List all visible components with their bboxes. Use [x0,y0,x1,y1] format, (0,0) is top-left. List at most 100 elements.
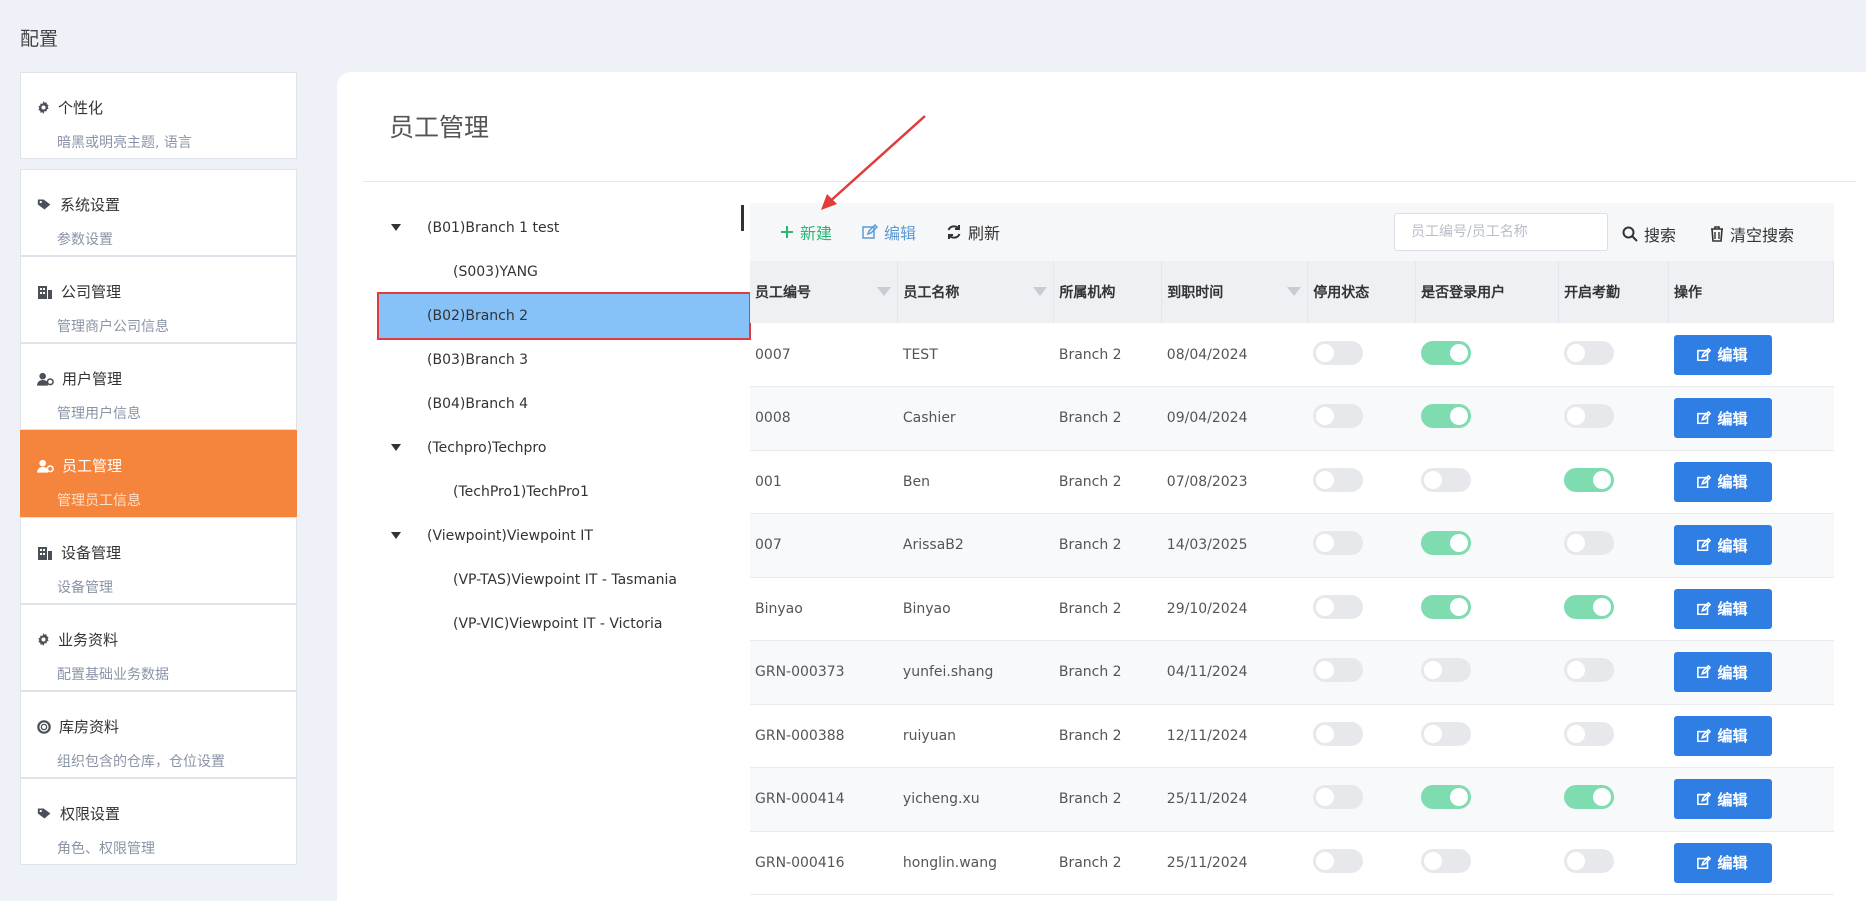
login-toggle[interactable] [1420,594,1471,619]
attendance-toggle[interactable] [1563,721,1614,746]
tree-node[interactable]: (Techpro)Techpro [385,426,745,470]
row-edit-button[interactable]: 编辑 [1673,334,1772,375]
user-gear-icon [37,459,62,473]
tree-node-label: (B01)Branch 1 test [427,220,560,236]
edit-button[interactable]: 编辑 [862,220,916,244]
sidebar-item[interactable]: 库房资料 组织包含的仓库，仓位设置 [20,691,297,778]
refresh-button[interactable]: 刷新 [946,220,1000,244]
disabled-toggle[interactable] [1312,721,1363,746]
row-edit-button[interactable]: 编辑 [1673,461,1772,502]
table-row[interactable]: GRN-000414 yicheng.xu Branch 2 25/11/2024 编辑 [750,767,1834,832]
attendance-toggle[interactable] [1563,785,1614,810]
row-edit-button[interactable]: 编辑 [1673,842,1772,883]
row-edit-button[interactable]: 编辑 [1673,652,1772,693]
attendance-toggle[interactable] [1563,340,1614,365]
row-edit-button[interactable]: 编辑 [1673,715,1772,756]
table-row[interactable]: 0007 TEST Branch 2 08/04/2024 编辑 [750,323,1834,387]
sidebar-item-label: 权限设置 [60,805,121,823]
attendance-toggle[interactable] [1563,404,1614,429]
disabled-toggle[interactable] [1312,340,1363,365]
login-toggle[interactable] [1420,658,1471,683]
disabled-toggle[interactable] [1312,531,1363,556]
tree-node[interactable]: (B01)Branch 1 test [385,206,745,250]
login-toggle[interactable] [1420,531,1471,556]
tree-node-label: (VP-TAS)Viewpoint IT - Tasmania [453,572,678,588]
sidebar-item[interactable]: 员工管理 管理员工信息 [20,430,297,517]
clear-search-button[interactable]: 清空搜索 [1710,222,1794,246]
sidebar-item[interactable]: 公司管理 管理商户公司信息 [20,256,297,343]
column-header[interactable]: 开启考勤 [1558,261,1669,323]
disabled-toggle[interactable] [1312,785,1363,810]
sidebar-item[interactable]: 用户管理 管理用户信息 [20,343,297,430]
column-header[interactable]: 所属机构 [1053,261,1163,323]
row-edit-label: 编辑 [1717,409,1748,428]
tree-node[interactable]: (B02)Branch 2 [377,292,751,340]
column-header-label: 操作 [1674,285,1702,301]
sidebar-item[interactable]: 个性化 暗黑或明亮主题, 语言 [20,72,297,159]
table-row[interactable]: 0008 Cashier Branch 2 09/04/2024 编辑 [750,386,1834,451]
table-row[interactable]: GRN-000373 yunfei.shang Branch 2 04/11/2024… [750,640,1834,705]
cell-name: Cashier [897,386,1054,451]
attendance-toggle[interactable] [1563,594,1614,619]
row-edit-button[interactable]: 编辑 [1673,398,1772,439]
column-header[interactable]: 操作 [1668,261,1834,323]
sidebar-item[interactable]: 设备管理 设备管理 [20,517,297,604]
sidebar-item-title: 用户管理 [37,368,296,389]
tree-node[interactable]: (VP-TAS)Viewpoint IT - Tasmania [385,558,745,602]
filter-icon[interactable] [877,287,892,296]
search-button[interactable]: 搜索 [1622,222,1676,246]
table-row[interactable]: Binyao Binyao Branch 2 29/10/2024 编辑 [750,577,1834,641]
disabled-toggle[interactable] [1312,594,1363,619]
filter-icon[interactable] [1287,287,1302,296]
cell-org: Branch 2 [1053,831,1162,895]
login-toggle[interactable] [1420,848,1471,873]
disabled-toggle[interactable] [1312,467,1363,492]
disabled-toggle[interactable] [1312,848,1363,873]
sidebar-item-description: 管理商户公司信息 [57,319,169,335]
cell-actions: 编辑 [1668,577,1834,641]
row-edit-button[interactable]: 编辑 [1673,588,1772,629]
tree-node[interactable]: (TechPro1)TechPro1 [385,470,745,514]
tree-node[interactable]: (VP-VIC)Viewpoint IT - Victoria [385,602,745,646]
row-edit-label: 编辑 [1717,790,1748,809]
disabled-toggle[interactable] [1312,658,1363,683]
table-row[interactable]: 001 Ben Branch 2 07/08/2023 编辑 [750,450,1834,514]
tree-node[interactable]: (S003)YANG [385,250,745,294]
caret-down-icon[interactable] [391,532,401,539]
sidebar-item[interactable]: 业务资料 配置基础业务数据 [20,604,297,691]
attendance-toggle[interactable] [1563,848,1614,873]
search-input[interactable] [1394,213,1608,251]
tree-node[interactable]: (Viewpoint)Viewpoint IT [385,514,745,558]
column-header[interactable]: 员工名称 [897,261,1055,323]
login-toggle[interactable] [1420,785,1471,810]
column-header[interactable]: 到职时间 [1161,261,1309,323]
sidebar-item[interactable]: 权限设置 角色、权限管理 [20,778,297,865]
tree-node[interactable]: (B04)Branch 4 [385,382,745,426]
caret-down-icon[interactable] [391,444,401,451]
attendance-toggle[interactable] [1563,531,1614,556]
tree-node[interactable]: (B03)Branch 3 [385,338,745,382]
sidebar-item[interactable]: 系统设置 参数设置 [20,169,297,256]
table-row[interactable]: GRN-000388 ruiyuan Branch 2 12/11/2024 编辑 [750,704,1834,768]
login-toggle[interactable] [1420,467,1471,492]
building-icon [37,546,61,560]
disabled-toggle[interactable] [1312,404,1363,429]
login-toggle[interactable] [1420,404,1471,429]
column-header[interactable]: 停用状态 [1307,261,1417,323]
cell-code: GRN-000414 [750,767,898,832]
column-header[interactable]: 员工编号 [750,261,899,323]
filter-icon[interactable] [1033,287,1048,296]
table-row[interactable]: 007 ArissaB2 Branch 2 14/03/2025 编辑 [750,513,1834,578]
table-row[interactable]: GRN-000416 honglin.wang Branch 2 25/11/2024… [750,831,1834,895]
login-toggle[interactable] [1420,721,1471,746]
row-edit-button[interactable]: 编辑 [1673,779,1772,820]
login-toggle[interactable] [1420,340,1471,365]
new-button[interactable]: 新建 [780,220,832,244]
plus-icon [781,226,793,238]
attendance-toggle[interactable] [1563,658,1614,683]
column-header[interactable]: 是否登录用户 [1415,261,1560,323]
caret-down-icon[interactable] [391,224,401,231]
row-edit-button[interactable]: 编辑 [1673,525,1772,566]
attendance-toggle[interactable] [1563,467,1614,492]
tree-scrollbar[interactable] [741,205,744,231]
